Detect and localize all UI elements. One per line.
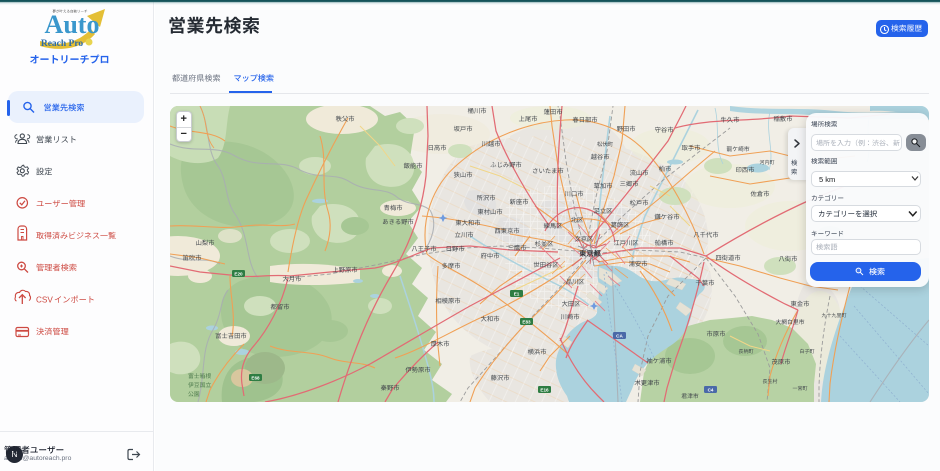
svg-text:E20: E20 bbox=[234, 271, 243, 276]
svg-text:E1: E1 bbox=[514, 291, 520, 296]
svg-text:CA: CA bbox=[616, 333, 623, 338]
svg-text:E68: E68 bbox=[251, 375, 260, 380]
svg-text:E16: E16 bbox=[540, 387, 549, 392]
svg-text:Auto: Auto bbox=[45, 10, 100, 39]
svg-text:E83: E83 bbox=[522, 319, 531, 324]
svg-text:Reach Pro: Reach Pro bbox=[41, 39, 84, 49]
svg-text:C4: C4 bbox=[708, 387, 714, 392]
